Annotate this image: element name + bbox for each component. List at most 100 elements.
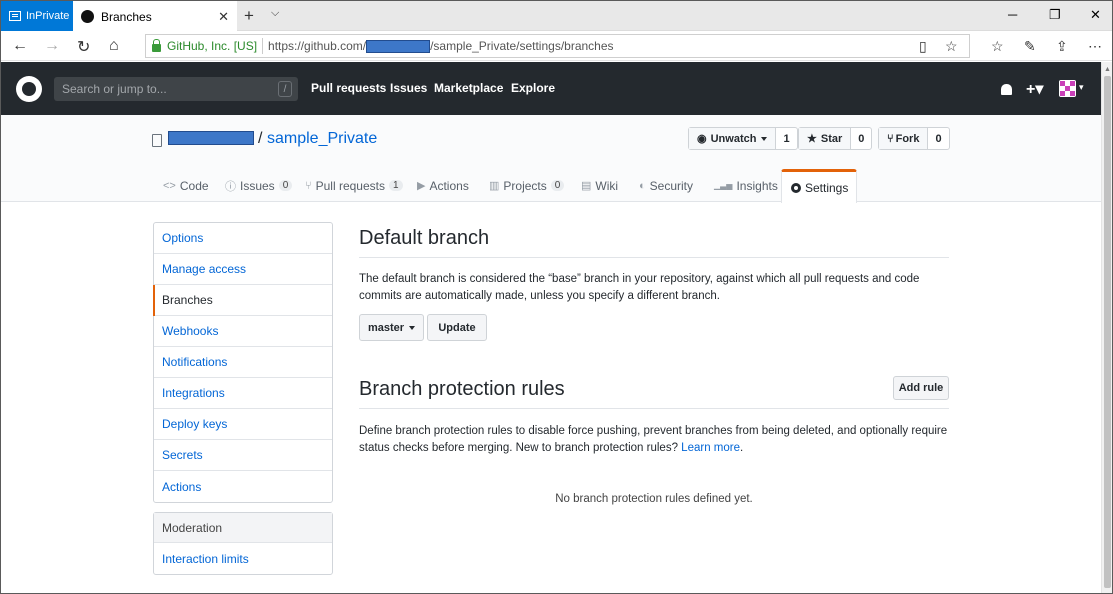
sidebar-item-actions[interactable]: Actions [154, 471, 332, 502]
tab-actions[interactable]: ▶ Actions [417, 169, 469, 202]
sidebar-item-webhooks[interactable]: Webhooks [154, 316, 332, 347]
graph-icon: ▁▃▅ [714, 181, 733, 190]
certificate-label[interactable]: GitHub, Inc. [US] [167, 39, 257, 53]
tab-close-icon[interactable]: ✕ [218, 9, 229, 25]
scrollbar-thumb[interactable] [1104, 76, 1111, 588]
tab-wiki[interactable]: ▤ Wiki [581, 169, 618, 202]
reading-view-icon[interactable]: ▯ [919, 38, 927, 55]
play-icon: ▶ [417, 180, 426, 192]
unwatch-label: Unwatch [710, 132, 757, 145]
home-button[interactable]: ⌂ [109, 37, 119, 55]
star-button[interactable]: ★ Star [799, 128, 852, 149]
scroll-up-icon[interactable]: ▲ [1104, 66, 1111, 73]
notifications-bell-icon[interactable] [1001, 84, 1012, 95]
branch-protection-divider [359, 408, 949, 409]
tab-pull-requests-label: Pull requests [315, 178, 385, 193]
url-text[interactable]: https://github.com/ /sample_Private/setti… [268, 39, 614, 54]
sidebar-item-integrations[interactable]: Integrations [154, 378, 332, 409]
maximize-button[interactable]: ❐ [1049, 7, 1061, 23]
branch-select-label: master [367, 321, 405, 334]
nav-marketplace[interactable]: Marketplace [434, 81, 503, 95]
projects-count: 0 [550, 180, 565, 191]
lock-icon [152, 38, 161, 52]
web-notes-icon[interactable]: ✎ [1024, 38, 1036, 55]
star-label: Star [820, 132, 843, 145]
gear-icon [791, 182, 801, 193]
github-logo-icon[interactable] [16, 76, 42, 102]
fork-count[interactable]: 0 [928, 128, 948, 149]
fork-button[interactable]: ⑂ Fork [879, 128, 929, 149]
watch-count[interactable]: 1 [776, 128, 796, 149]
nav-issues[interactable]: Issues [390, 81, 427, 95]
create-new-menu[interactable]: +▾ [1026, 79, 1043, 99]
issue-icon: ⓘ [225, 180, 236, 193]
tab-insights[interactable]: ▁▃▅ Insights [714, 169, 778, 202]
sidebar-item-deploy-keys[interactable]: Deploy keys [154, 409, 332, 440]
address-bar[interactable]: GitHub, Inc. [US] https://github.com/ /sa… [145, 34, 970, 58]
update-button[interactable]: Update [427, 314, 487, 341]
period: . [739, 442, 744, 454]
close-window-button[interactable]: ✕ [1090, 7, 1101, 23]
moderation-header: Moderation [154, 513, 332, 543]
sidebar-item-branches[interactable]: Branches [153, 285, 332, 316]
back-button[interactable]: ← [12, 37, 28, 55]
tab-settings[interactable]: Settings [781, 169, 857, 203]
tab-pull-requests[interactable]: ⑂ Pull requests 1 [305, 169, 403, 202]
unwatch-button[interactable]: ◉ Unwatch [689, 128, 777, 149]
avatar[interactable] [1059, 80, 1076, 97]
tab-projects[interactable]: ▥ Projects 0 [489, 169, 565, 202]
fork-action: ⑂ Fork 0 [878, 127, 950, 150]
tab-strip: InPrivate Branches ✕ + ⌵ ─ ❐ ✕ [1, 1, 1112, 32]
nav-pull-requests[interactable]: Pull requests [311, 81, 386, 95]
new-tab-button[interactable]: + [244, 6, 254, 26]
inprivate-label: InPrivate [26, 10, 70, 22]
tab-projects-label: Projects [503, 178, 547, 193]
default-branch-description: The default branch is considered the “ba… [359, 273, 920, 302]
sidebar-item-interaction-limits[interactable]: Interaction limits [154, 543, 332, 574]
forward-button[interactable]: → [44, 37, 60, 55]
vertical-scrollbar[interactable]: ▲ [1101, 62, 1112, 593]
eye-icon: ◉ [697, 133, 707, 145]
tab-menu-chevron-icon[interactable]: ⌵ [271, 7, 279, 20]
add-rule-button[interactable]: Add rule [893, 376, 949, 400]
branch-select-button[interactable]: master [359, 314, 424, 341]
tab-wiki-label: Wiki [595, 178, 619, 193]
favorites-hub-icon[interactable]: ☆ [991, 38, 1004, 55]
inprivate-icon [9, 11, 21, 21]
star-count[interactable]: 0 [851, 128, 871, 149]
share-icon[interactable]: ⇪ [1056, 38, 1068, 55]
branch-protection-text: Define branch protection rules to disabl… [359, 425, 948, 454]
minimize-button[interactable]: ─ [1008, 7, 1017, 22]
sidebar-item-options[interactable]: Options [154, 223, 332, 254]
branch-protection-title: Branch protection rules [359, 378, 565, 400]
repo-path-separator: / [258, 130, 263, 147]
star-action: ★ Star 0 [798, 127, 873, 150]
sidebar-item-notifications[interactable]: Notifications [154, 347, 332, 378]
code-icon: <> [163, 179, 176, 192]
learn-more-link[interactable]: Learn more [681, 442, 740, 454]
redacted-owner-link[interactable] [168, 131, 254, 145]
redacted-owner [366, 40, 431, 54]
empty-rules-message: No branch protection rules defined yet. [555, 493, 753, 505]
default-branch-title: Default branch [359, 227, 490, 249]
sidebar-item-manage-access[interactable]: Manage access [154, 254, 332, 285]
book-icon: ▤ [581, 180, 592, 192]
tab-security[interactable]: ◐ Security [639, 169, 693, 202]
nav-explore[interactable]: Explore [511, 81, 555, 95]
avatar-caret-icon[interactable]: ▾ [1079, 82, 1084, 93]
tab-code-label: Code [179, 178, 209, 193]
search-input[interactable]: Search or jump to... / [54, 77, 298, 101]
repo-header: / sample_Private ◉ Unwatch 1 ★ Star 0 ⑂ For… [1, 115, 1101, 203]
tab-issues[interactable]: ⓘ Issues 0 [225, 169, 293, 202]
refresh-button[interactable]: ↻ [77, 37, 90, 57]
caret-down-icon [409, 325, 416, 330]
more-options-icon[interactable]: ⋯ [1088, 38, 1102, 55]
sidebar-item-secrets[interactable]: Secrets [154, 440, 332, 471]
favorite-star-icon[interactable]: ☆ [945, 38, 958, 55]
repo-name-link[interactable]: sample_Private [267, 130, 377, 148]
pull-requests-count: 1 [388, 180, 403, 191]
address-divider [262, 38, 264, 54]
fork-label: Fork [895, 132, 920, 145]
browser-tab[interactable]: Branches ✕ [73, 1, 237, 32]
tab-code[interactable]: <> Code [163, 169, 209, 202]
